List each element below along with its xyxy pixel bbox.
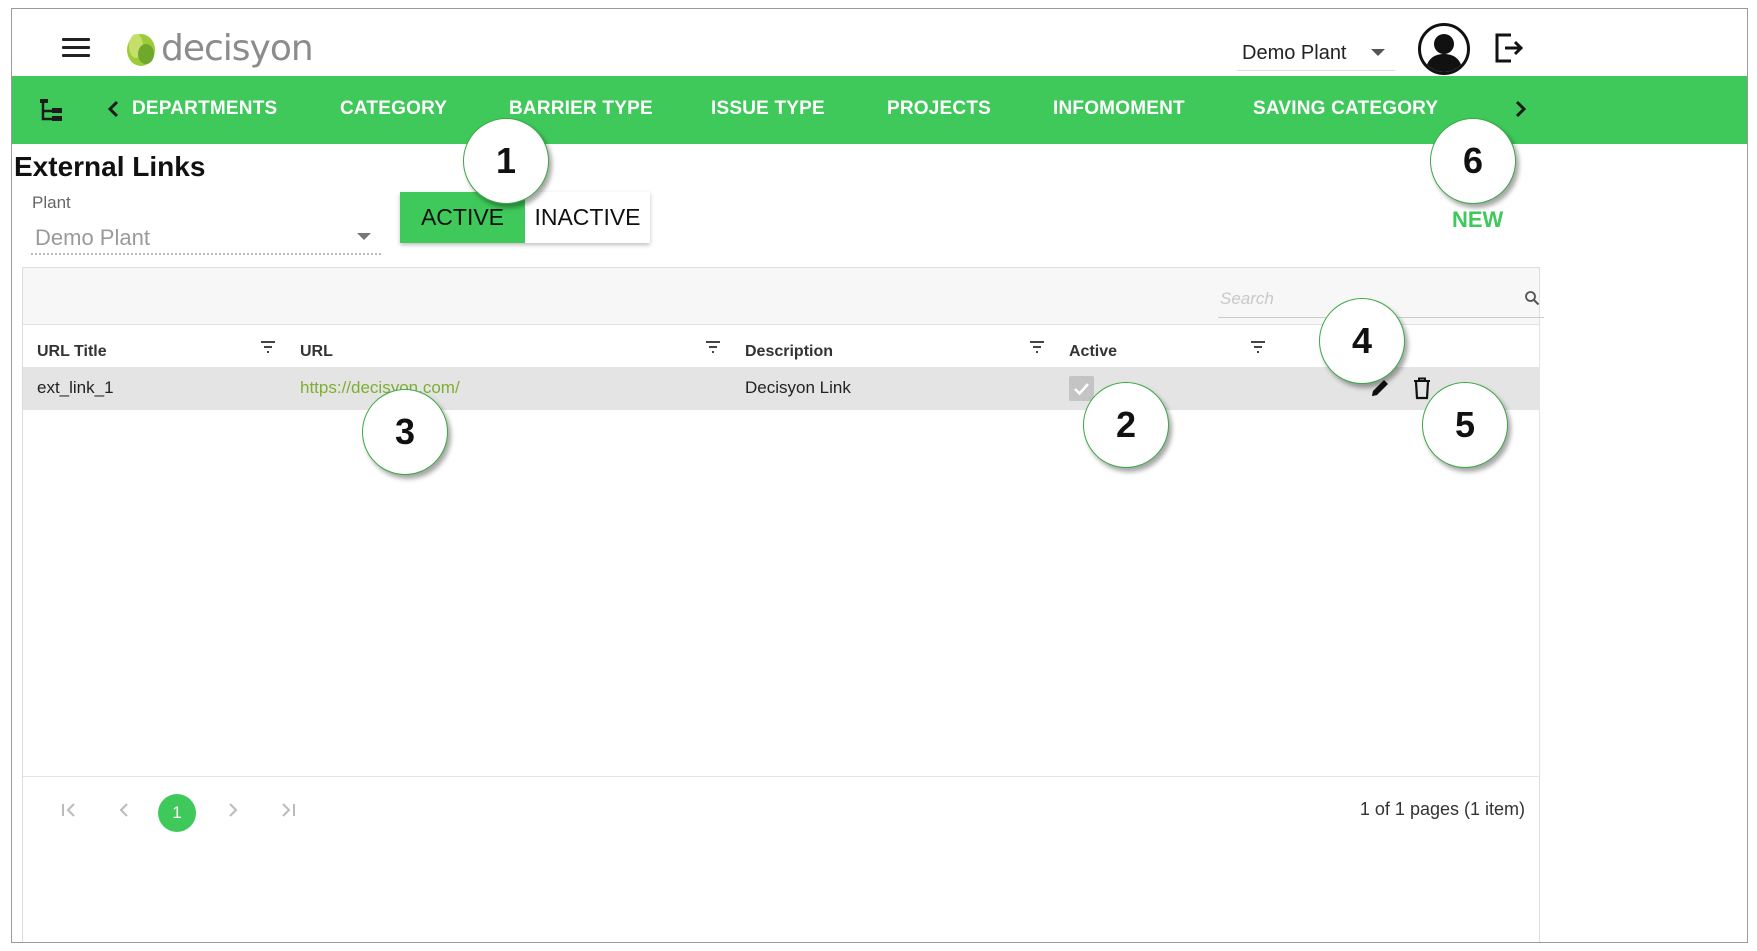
filter-icon[interactable] [1028,339,1046,355]
user-silhouette-icon [1425,34,1463,72]
chevron-right-icon[interactable] [1508,97,1532,121]
callout-2: 2 [1083,382,1169,468]
inactive-toggle-button[interactable]: INACTIVE [525,192,650,243]
grid-toolbar [23,268,1544,325]
chevron-down-icon [1371,49,1385,56]
column-header-description[interactable]: Description [745,343,833,361]
plant-dropdown[interactable]: Demo Plant [31,217,381,255]
callout-4: 4 [1319,298,1405,384]
chevron-left-icon[interactable] [102,97,126,121]
filter-icon[interactable] [1249,339,1267,355]
app-frame: decisyon Demo Plant DEPARTMENTS CATEGORY… [11,8,1748,943]
search-icon[interactable] [1524,290,1540,306]
previous-page-icon[interactable] [113,799,135,821]
last-page-icon[interactable] [277,799,299,821]
callout-6: 6 [1430,118,1516,204]
first-page-icon[interactable] [58,799,80,821]
menu-icon[interactable] [62,35,92,59]
header-plant-value: Demo Plant [1242,42,1347,64]
column-header-url-title[interactable]: URL Title [37,343,107,361]
filter-icon[interactable] [259,339,277,355]
table-row[interactable]: ext_link_1 https://decisyon.com/ Decisyo… [23,367,1539,410]
column-header-active[interactable]: Active [1069,343,1117,361]
tab-infomoment[interactable]: INFOMOMENT [1053,98,1185,120]
filter-icon[interactable] [704,339,722,355]
check-icon [1074,383,1089,396]
chevron-down-icon [357,233,371,240]
tab-projects[interactable]: PROJECTS [887,98,991,120]
plant-field-label: Plant [32,193,71,212]
tab-barrier-type[interactable]: BARRIER TYPE [509,98,653,120]
column-header-url[interactable]: URL [300,343,333,361]
tree-view-icon[interactable] [38,97,66,125]
logout-icon[interactable] [1491,31,1525,65]
active-inactive-toggle: ACTIVE INACTIVE [400,192,650,243]
vertical-scrollbar[interactable] [1539,325,1540,775]
tab-category[interactable]: CATEGORY [340,98,447,120]
next-page-icon[interactable] [222,799,244,821]
header-plant-dropdown[interactable]: Demo Plant [1237,31,1395,71]
tab-departments[interactable]: DEPARTMENTS [132,98,277,120]
user-avatar[interactable] [1418,23,1470,75]
new-button[interactable]: NEW [1452,207,1503,233]
tab-issue-type[interactable]: ISSUE TYPE [711,98,825,120]
delete-trash-icon[interactable] [1411,376,1433,400]
callout-5: 5 [1422,382,1508,468]
grid-header-row: URL Title URL Description Active [23,325,1539,367]
page-title: External Links [14,151,206,182]
plant-dropdown-value: Demo Plant [35,225,150,250]
cell-description: Decisyon Link [745,378,851,397]
pager-info: 1 of 1 pages (1 item) [1359,799,1525,819]
pager: 1 1 of 1 pages (1 item) [23,776,1539,842]
tab-saving-category[interactable]: SAVING CATEGORY [1253,98,1438,120]
cell-url-link[interactable]: https://decisyon.com/ [300,378,460,398]
top-header: decisyon Demo Plant [12,9,1747,86]
callout-1: 1 [463,118,549,204]
active-checkbox[interactable] [1069,376,1094,401]
logo-mark-icon [127,34,155,66]
links-grid: URL Title URL Description Active ext_lin… [22,267,1544,942]
cell-url-title: ext_link_1 [37,378,114,397]
page-number-button[interactable]: 1 [158,794,196,832]
logo-text: decisyon [161,27,314,69]
callout-3: 3 [362,389,448,475]
decisyon-logo: decisyon [125,25,314,71]
